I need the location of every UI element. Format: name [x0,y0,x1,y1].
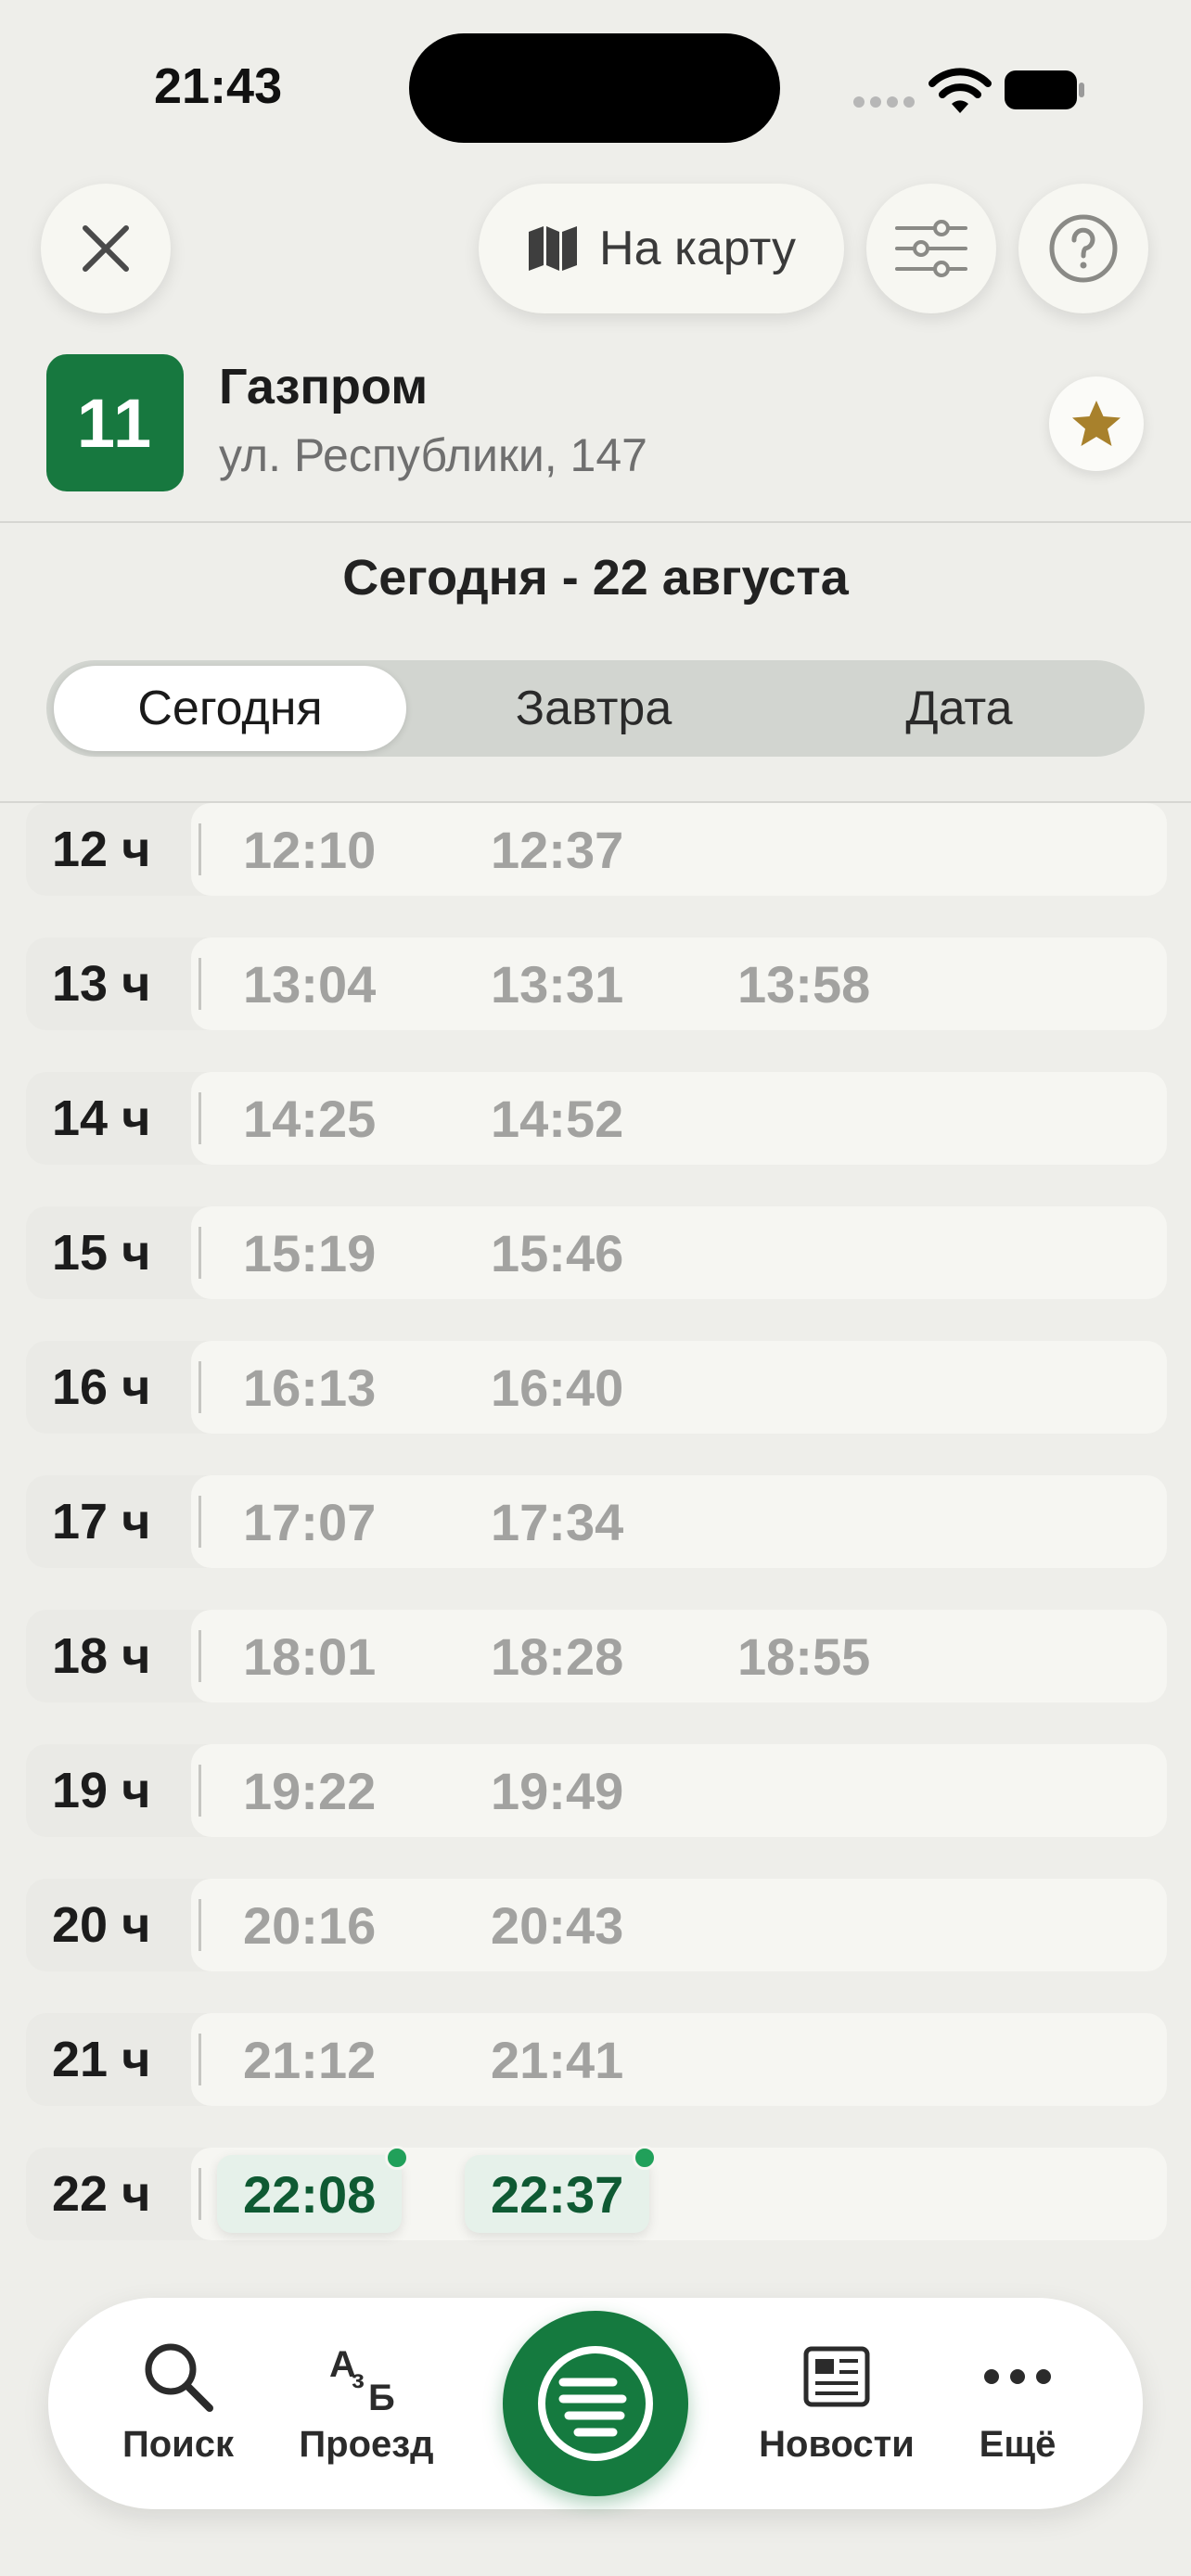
departure-time[interactable]: 21:41 [491,2013,623,2106]
svg-text:Б: Б [368,2378,395,2414]
departure-time[interactable]: 12:10 [243,803,376,896]
hour-label: 22 ч [52,2166,151,2222]
svg-text:з: з [352,2365,365,2393]
departure-time[interactable]: 19:22 [243,1744,376,1837]
route-number-badge: 11 [46,354,184,491]
nav-fare-label: Проезд [299,2424,434,2465]
departure-time[interactable]: 12:37 [491,803,623,896]
nav-search-label: Поиск [122,2424,235,2465]
hour-label: 17 ч [52,1494,151,1549]
departure-time[interactable]: 20:43 [491,1879,623,1971]
departure-time[interactable]: 19:49 [491,1744,623,1837]
upcoming-departure-time[interactable]: 22:37 [465,2146,658,2233]
header-divider [0,521,1191,523]
tab-date[interactable]: Дата [781,666,1137,751]
filter-button[interactable] [866,184,996,313]
day-segmented-control: Сегодня Завтра Дата [46,660,1145,757]
departure-time[interactable]: 15:46 [491,1206,623,1299]
star-icon [1072,401,1121,446]
schedule-row: 13 ч 13:04 13:31 13:58 [26,937,1167,1030]
schedule-row: 15 ч 15:19 15:46 [26,1206,1167,1299]
map-button-label: На карту [599,222,796,275]
wifi-icon [928,68,992,113]
app-logo-button[interactable] [503,2311,688,2496]
nav-news-label: Новости [759,2424,915,2465]
nav-more-label: Ещё [979,2424,1057,2465]
hour-label: 12 ч [52,822,151,877]
hour-label: 14 ч [52,1090,151,1146]
sliders-icon [895,220,967,277]
departure-time[interactable]: 13:31 [491,937,623,1030]
departure-time[interactable]: 13:58 [737,937,870,1030]
nav-news[interactable]: Новости [735,2298,939,2509]
question-icon [1049,214,1118,283]
nav-more[interactable]: Ещё [948,2298,1087,2509]
schedule-row: 14 ч 14:25 14:52 [26,1072,1167,1165]
hour-label: 16 ч [52,1359,151,1415]
departure-time[interactable]: 17:34 [491,1475,623,1568]
schedule-row: 21 ч 21:12 21:41 [26,2013,1167,2106]
stop-name: Газпром [219,359,429,414]
tab-today[interactable]: Сегодня [54,666,406,751]
hour-label: 15 ч [52,1225,151,1281]
hour-label: 18 ч [52,1628,151,1684]
departure-time[interactable]: 17:07 [243,1475,376,1568]
search-icon [145,2343,213,2412]
schedule-row: 17 ч 17:07 17:34 [26,1475,1167,1568]
signal-icon [853,96,915,109]
schedule-list[interactable]: 12 ч 12:10 12:37 13 ч 13:04 13:31 13:58 14 ч 14:… [0,803,1191,2250]
departure-time[interactable]: 16:40 [491,1341,623,1434]
map-button[interactable]: На карту [479,184,844,313]
departure-time[interactable]: 14:52 [491,1072,623,1165]
app-logo-icon [538,2346,653,2461]
schedule-row: 16 ч 16:13 16:40 [26,1341,1167,1434]
upcoming-departure-time[interactable]: 22:08 [217,2146,410,2233]
bottom-nav: Поиск А з Б Проезд Новости Ещё [48,2298,1143,2509]
schedule-row: 18 ч 18:01 18:28 18:55 [26,1610,1167,1702]
alphabet-icon: А з Б [329,2344,395,2414]
map-icon [529,226,578,271]
nav-fare[interactable]: А з Б Проезд [288,2298,445,2509]
schedule-row: 12 ч 12:10 12:37 [26,803,1167,896]
help-button[interactable] [1018,184,1148,313]
status-time: 21:43 [154,58,283,114]
status-bar: 21:43 [0,0,1191,176]
hour-label: 21 ч [52,2032,151,2087]
departure-time[interactable]: 18:28 [491,1610,623,1702]
departure-time[interactable]: 13:04 [243,937,376,1030]
hour-label: 19 ч [52,1763,151,1818]
departure-time[interactable]: 18:55 [737,1610,870,1702]
departure-time[interactable]: 18:01 [243,1610,376,1702]
close-button[interactable] [41,184,171,313]
dynamic-island [409,33,780,143]
departure-time[interactable]: 16:13 [243,1341,376,1434]
newspaper-icon [803,2346,870,2407]
favorite-button[interactable] [1049,376,1144,471]
departure-time[interactable]: 21:12 [243,2013,376,2106]
schedule-row: 20 ч 20:16 20:43 [26,1879,1167,1971]
departure-time[interactable]: 20:16 [243,1879,376,1971]
hour-label: 20 ч [52,1897,151,1953]
nav-search[interactable]: Поиск [104,2298,252,2509]
close-icon [83,225,129,272]
more-dots-icon [984,2369,1051,2384]
hour-label: 13 ч [52,956,151,1012]
date-title: Сегодня - 22 августа [342,550,849,606]
schedule-row: 22 ч 22:08 22:37 [26,2146,1167,2240]
departure-time[interactable]: 14:25 [243,1072,376,1165]
tab-tomorrow[interactable]: Завтра [414,666,774,751]
departure-time[interactable]: 15:19 [243,1206,376,1299]
battery-icon [1005,70,1084,109]
schedule-row: 19 ч 19:22 19:49 [26,1744,1167,1837]
stop-address: ул. Республики, 147 [219,429,647,481]
